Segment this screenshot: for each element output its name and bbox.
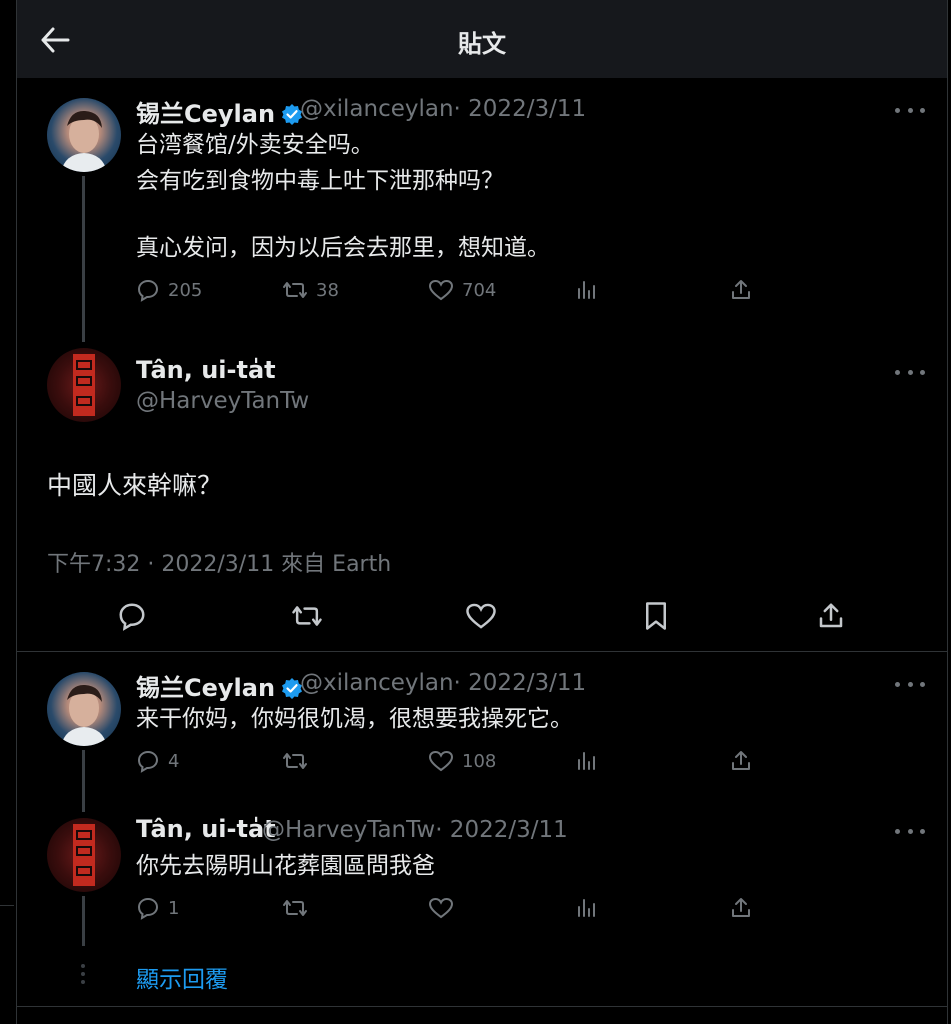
reply-button[interactable]: 4 (136, 749, 179, 773)
share-icon (732, 751, 750, 770)
share-button[interactable] (729, 278, 753, 302)
analytics-icon (578, 899, 595, 917)
thread-line (82, 750, 85, 812)
reply-button[interactable]: 205 (136, 278, 202, 302)
retweet-icon (283, 282, 307, 298)
retweet-button[interactable] (289, 598, 325, 634)
tweet-text-line: 台湾餐馆/外卖安全吗。 (136, 132, 374, 158)
reply-count: 1 (168, 897, 180, 919)
tweet-text-line: 会有吃到食物中毒上吐下泄那种吗？ (136, 168, 504, 194)
author-name[interactable]: 锡兰Ceylan (136, 668, 303, 705)
share-icon (819, 603, 843, 628)
reply-icon (137, 897, 159, 920)
share-button[interactable] (729, 896, 753, 920)
tweet-meta: 下午7:32 · 2022/3/11 來自 Earth (47, 552, 392, 577)
share-icon (732, 898, 750, 917)
frame-border-right (947, 0, 948, 1024)
share-button[interactable] (813, 598, 849, 634)
avatar[interactable] (47, 98, 121, 172)
more-options-icon[interactable] (895, 362, 925, 382)
tweet-text: 你先去陽明山花葬園區問我爸 (136, 853, 435, 879)
show-replies-link[interactable]: 顯示回覆 (136, 960, 228, 994)
retweet-button[interactable] (282, 896, 308, 920)
analytics-icon (578, 752, 595, 770)
reply-icon (119, 603, 145, 631)
more-options-icon[interactable] (895, 674, 925, 694)
avatar[interactable] (47, 818, 121, 892)
views-button[interactable] (575, 896, 599, 920)
reply-button[interactable]: 1 (136, 896, 179, 920)
author-handle[interactable]: @xilanceylan· 2022/3/11 (300, 96, 586, 122)
reply-icon (137, 750, 159, 773)
thread-continuation-dots (80, 964, 86, 984)
tweet-date: · 2022/3/11 (453, 670, 587, 696)
heart-icon (428, 750, 454, 772)
avatar[interactable] (47, 348, 121, 422)
bookmark-button[interactable] (638, 598, 674, 634)
heart-icon (428, 897, 454, 919)
reply-button[interactable] (114, 598, 150, 634)
top-header: 貼文 (17, 0, 947, 78)
divider (17, 651, 947, 652)
like-count: 108 (462, 750, 497, 772)
more-options-icon[interactable] (895, 821, 925, 841)
author-name[interactable]: 锡兰Ceylan (136, 94, 303, 131)
author-handle[interactable]: @xilanceylan· 2022/3/11 (300, 670, 586, 696)
tweet-date: · 2022/3/11 (435, 817, 568, 843)
tweet-text: 中國人來幹嘛？ (47, 471, 223, 500)
analytics-icon (578, 281, 595, 299)
avatar[interactable] (47, 672, 121, 746)
divider (17, 1006, 947, 1007)
retweet-count: 38 (316, 279, 339, 301)
retweet-button[interactable]: 38 (282, 278, 339, 302)
views-button[interactable] (575, 749, 599, 773)
reply-count: 4 (168, 750, 180, 772)
share-icon (732, 280, 750, 299)
like-button[interactable] (463, 598, 499, 634)
retweet-icon (283, 753, 307, 769)
like-button[interactable]: 108 (428, 749, 496, 773)
retweet-button[interactable] (282, 749, 308, 773)
like-button[interactable] (428, 896, 454, 920)
page-title: 貼文 (458, 30, 506, 58)
author-name[interactable]: Tân, ui-ta̍t (136, 815, 276, 843)
more-options-icon[interactable] (895, 100, 925, 120)
tweet-text: 来干你妈，你妈很饥渴，很想要我操死它。 (136, 706, 573, 732)
views-button[interactable] (575, 278, 599, 302)
reply-icon (137, 279, 159, 302)
retweet-icon (292, 606, 322, 626)
like-count: 704 (462, 279, 497, 301)
outer-divider (0, 905, 14, 906)
reply-count: 205 (168, 279, 203, 301)
heart-icon (428, 279, 454, 301)
thread-line (82, 896, 85, 946)
bookmark-icon (646, 602, 666, 630)
share-button[interactable] (729, 749, 753, 773)
author-handle[interactable]: @HarveyTanTw (136, 388, 309, 414)
like-button[interactable]: 704 (428, 278, 496, 302)
author-name[interactable]: Tân, ui-ta̍t (136, 356, 276, 384)
tweet-date: · 2022/3/11 (453, 96, 587, 122)
author-handle[interactable]: @HarveyTanTw· 2022/3/11 (262, 817, 568, 843)
thread-line (82, 176, 85, 342)
retweet-icon (283, 900, 307, 916)
tweet-text-line: 真心发问，因为以后会去那里，想知道。 (136, 235, 550, 261)
frame-border-left (16, 0, 17, 1024)
heart-icon (466, 603, 496, 629)
